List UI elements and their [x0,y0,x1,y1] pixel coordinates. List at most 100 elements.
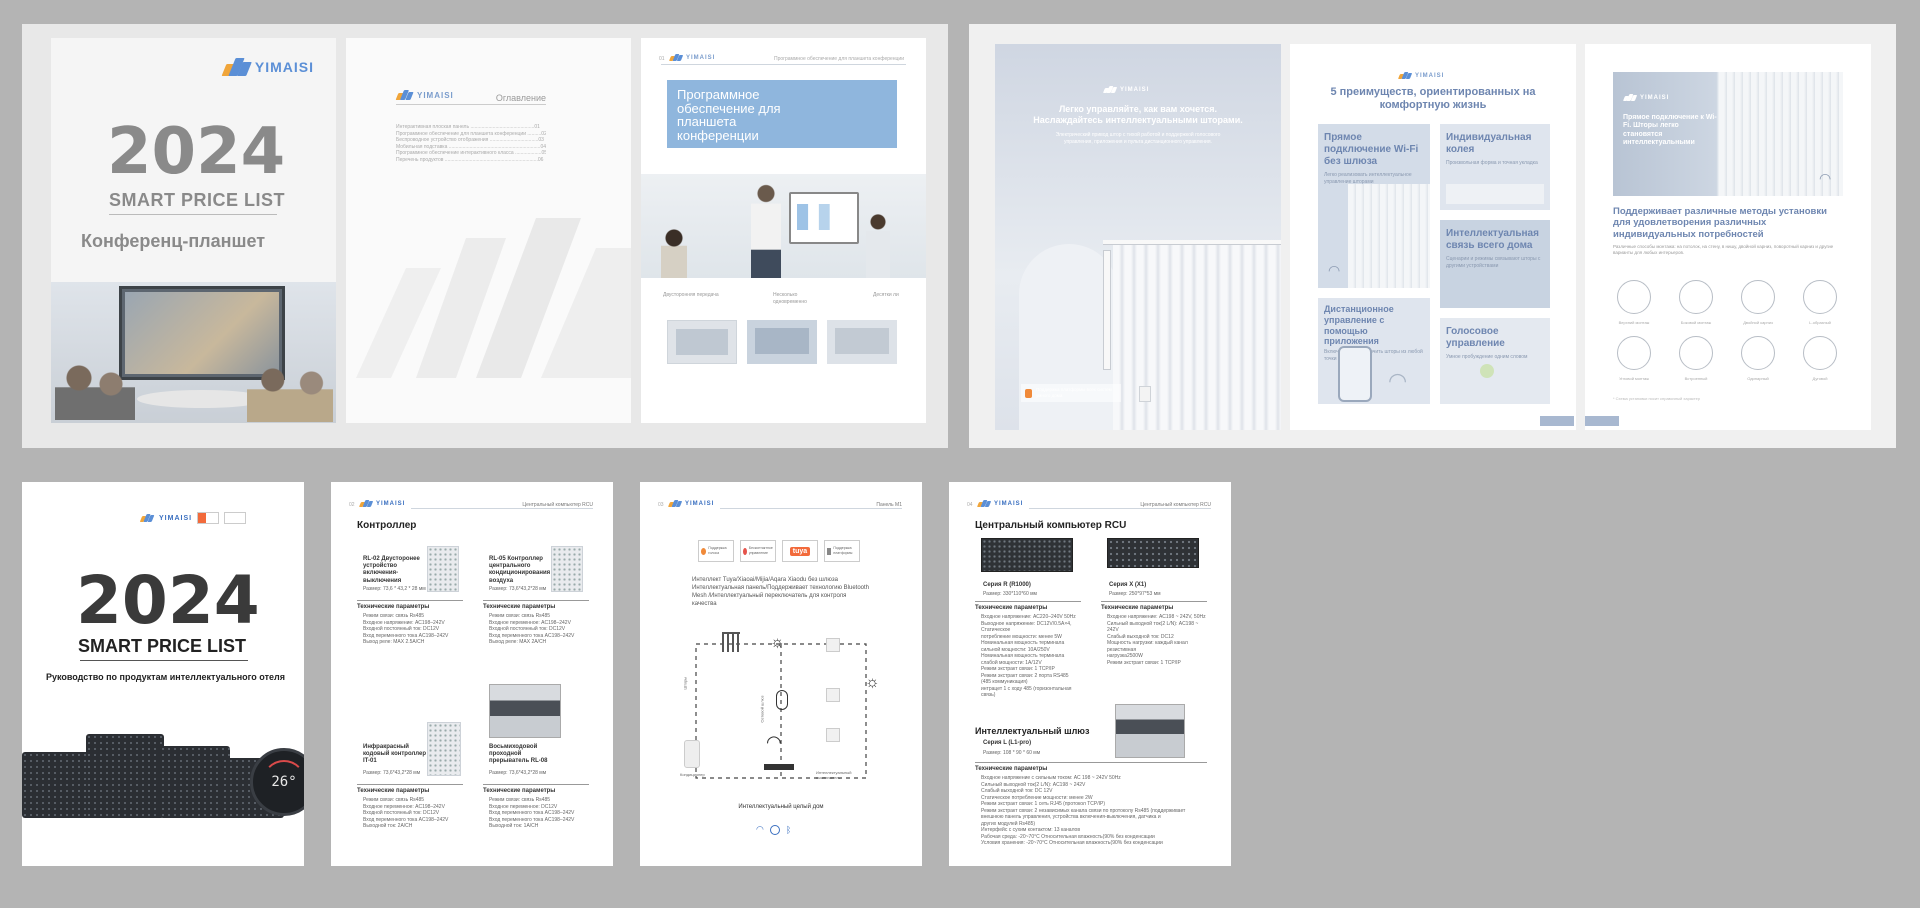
rcu-logo: YIMAISI [976,500,1023,507]
product-name: RL-02 Двусторонее устройство включения-в… [363,556,420,584]
curtain-thumb [1348,184,1430,288]
people-right [247,362,333,422]
touch-badge-icon [743,547,747,555]
spec-rule [357,600,463,601]
spread-conference: YIMAISI 2024 SMART PRICE LIST Конференц-… [22,24,948,448]
brand-name: YIMAISI [1120,86,1150,93]
radiator-icon [722,632,740,652]
diagram-label: Сетевой шлюз [759,695,765,723]
yimaisi-logo-icon [1102,86,1118,93]
install-hero-title: Прямое подключение к Wi-Fi. Шторы легко … [1623,114,1717,147]
yimaisi-logo-icon [1397,72,1413,79]
advantages-logo: YIMAISI [1397,72,1445,79]
software-page: 01 YIMAISI Программное обеспечение для п… [641,38,926,423]
rcu-title: Центральный компьютер RCU [975,520,1127,531]
spec-rule [975,762,1207,763]
install-method-icon [1679,336,1713,370]
diagram-label: Интеллектуальный выключатель [816,770,852,781]
yimaisi-logo-icon [395,90,414,100]
brand-name: YIMAISI [254,59,314,75]
spec-rule [357,784,463,785]
spec-heading: Технические параметры [1101,605,1174,611]
voice-icon [1480,364,1494,378]
advantage-card-wifi: Прямое подключение Wi-Fi без шлюза Легко… [1318,124,1430,288]
spec-line: Входное напряжение: AC220–240V 50Hz [981,614,1076,620]
signal-icon: ◠ [1388,368,1408,393]
rcu-page: 04 YIMAISI Центральный компьютер RCU Цен… [949,482,1231,866]
person-left [661,228,687,278]
toc-logo: YIMAISI [395,90,454,100]
phone-icon [1338,346,1372,402]
platform-badge[interactable]: Поддержка платформы всех систем умного д… [1021,384,1121,402]
rl08-device-image [489,684,561,738]
spec-list: Режим связи: связь Rs485 Входное напряже… [363,613,467,646]
toc-line[interactable]: Беспроводное устройство отображения ....… [396,137,546,144]
hotel-title: SMART PRICE LIST [78,636,247,656]
whiteboard-charts [797,204,851,230]
voice-badge-icon [701,547,707,555]
panel-description: Интеллект Tuya/Xiaoai/Mijia/Aqara Xiaodu… [692,577,870,608]
curtain-motor [1103,250,1111,370]
toc-line[interactable]: Перечень продуктов .....................… [396,157,546,164]
panel-logo: YIMAISI [667,500,714,507]
feature-label: Несколько одновременно [773,292,807,305]
product-size: Размер: 73,6*43,2*28 мм [489,770,547,776]
yimaisi-logo-icon [667,500,683,507]
install-logo: YIMAISI [1622,94,1669,101]
thermostat-icon [776,690,788,710]
toc-page: YIMAISI Оглавление Интерактивная плоская… [346,38,631,423]
install-method-label: Боковой монтаж [1680,320,1712,325]
install-hero-photo: YIMAISI Прямое подключение к Wi-Fi. Штор… [1613,72,1843,196]
header-rule [411,508,593,509]
bulb-icon: ☼ [770,634,785,651]
yimaisi-logo-icon [976,500,992,507]
gateway-title: Интеллектуальный шлюз [975,726,1090,736]
advantage-text: Сценарии и режимы связывают шторы с друг… [1446,256,1541,269]
spec-line: Режим экстракт связи: 1 TCP/IP [1107,659,1181,666]
spec-list-r: Входное напряжение: AC220–240V 50Hz Выхо… [981,614,1085,699]
hotel-logo: YIMAISI [139,512,247,524]
toc-heading: Оглавление [495,93,546,103]
rcu-x1-image [1107,538,1199,568]
advantages-title: 5 преимуществ, ориентированных на комфор… [1330,86,1536,112]
advantages-page: YIMAISI 5 преимуществ, ориентированных н… [1290,44,1576,430]
spec-list: Режим связи: связь Rs485 Входное перемен… [489,797,593,830]
header-rule [661,64,906,65]
brand-name: YIMAISI [417,90,454,100]
advantage-card-app: Дистанционное управление с помощью прило… [1318,298,1430,404]
wifi-icon: ◠ [766,732,782,752]
yimaisi-logo-icon [139,514,155,522]
advantage-title: Дистанционное управление с помощью прило… [1324,304,1394,347]
toc-line[interactable]: Программное обеспечение интерактивного к… [396,150,546,157]
spec-rule [1101,601,1207,602]
install-method-icon [1679,280,1713,314]
install-footnote: * Схема установки носит справочный харак… [1613,396,1701,401]
install-method-label: Угловой монтаж [1619,376,1649,381]
hotel-subtitle: Руководство по продуктам интеллектуально… [46,672,285,682]
wall-switch [1139,386,1151,402]
brand-name: YIMAISI [1415,72,1445,79]
spec-line: Условия хранения: -20~70°C Относительная… [981,840,1163,846]
spec-line: Мощность нагрузки: каждый канал резистив… [1107,640,1188,653]
install-method-icon [1617,280,1651,314]
software-thumb-2 [747,320,817,364]
people-left [55,360,135,420]
spec-heading: Технические параметры [483,788,556,794]
platform-icon [1025,388,1033,398]
spec-line: Сильный выходной ток(2 L/N): AC198 ~ 242… [1107,620,1199,634]
spec-line: Выходной ток: 2A/CH [363,823,413,829]
spec-line: Выход реле: MAX 2.5A/CH [363,639,425,645]
software-features: Двусторонняя передача Несколько одноврем… [663,292,913,305]
advantage-title: Голосовое управление [1446,326,1505,349]
meeting-photo [51,282,336,423]
advantage-text: Умное пробуждение одним словом [1446,354,1528,360]
spec-rule [483,600,589,601]
switch-panel [22,752,92,818]
thermostat-ring [262,760,304,804]
switch-icon [826,728,840,742]
diagram-label: Шторы [682,676,688,690]
curtain-body: Электрический привод штор с тихой работо… [1055,132,1221,145]
platform-badge: Поддержка платформы [824,540,860,562]
toc-line[interactable]: Интерактивная плоская панель ...........… [396,124,546,131]
feature-label: Двусторонняя передача [663,292,719,298]
